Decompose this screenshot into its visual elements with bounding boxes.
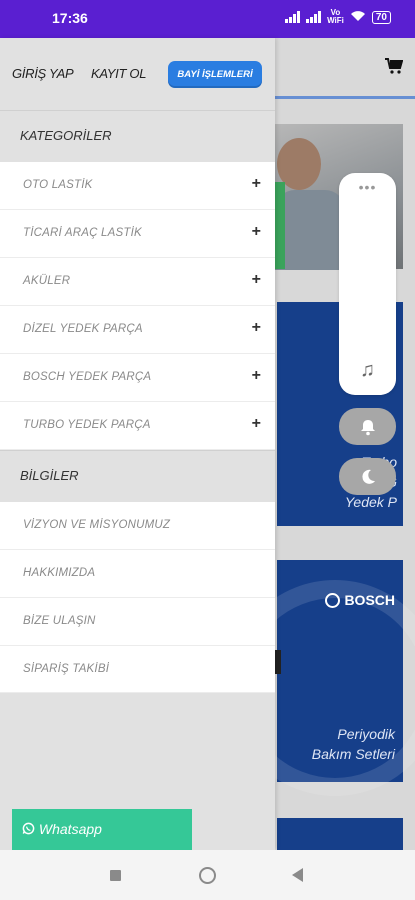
whatsapp-icon	[22, 821, 39, 837]
expand-icon[interactable]: +	[252, 415, 261, 433]
menu-item-label: SİPARİŞ TAKİBİ	[23, 663, 110, 675]
menu-item-label: VİZYON VE MİSYONUMUZ	[23, 519, 171, 531]
background-page: Turbo G Yedek P BOSCH Periyodik Bakım Se…	[275, 38, 415, 850]
info-header: BİLGİLER	[0, 450, 275, 502]
menu-item-label: HAKKIMIZDA	[23, 567, 96, 579]
menu-item-ticari-arac-lastik[interactable]: TİCARİ ARAÇ LASTİK +	[0, 210, 275, 258]
expand-icon[interactable]: +	[252, 319, 261, 337]
expand-icon[interactable]: +	[252, 223, 261, 241]
volte-label: Vo WiFi	[327, 8, 344, 25]
whatsapp-button[interactable]: Whatsapp	[12, 809, 192, 850]
back-icon[interactable]	[292, 868, 303, 882]
expand-icon[interactable]: +	[252, 367, 261, 385]
bosch-logo-icon	[325, 592, 341, 608]
nav-drawer: GİRİŞ YAP KAYIT OL BAYİ İŞLEMLERİ KATEGO…	[0, 38, 275, 850]
expand-icon[interactable]: +	[252, 175, 261, 193]
menu-item-oto-lastik[interactable]: OTO LASTİK +	[0, 162, 275, 210]
bosch-banner-text: Periyodik Bakım Setleri	[311, 726, 395, 762]
wifi-icon	[350, 10, 366, 25]
bosch-logo: BOSCH	[325, 592, 395, 608]
recents-icon[interactable]	[110, 870, 121, 881]
register-link[interactable]: KAYIT OL	[91, 66, 146, 81]
signal-icon	[285, 11, 301, 23]
more-icon[interactable]: •••	[339, 179, 396, 195]
status-time: 17:36	[52, 10, 88, 26]
login-link[interactable]: GİRİŞ YAP	[12, 66, 74, 81]
cart-icon[interactable]	[385, 58, 404, 79]
menu-item-siparis-takibi[interactable]: SİPARİŞ TAKİBİ	[0, 646, 275, 693]
menu-item-bize-ulasin[interactable]: BİZE ULAŞIN	[0, 598, 275, 646]
moon-icon[interactable]	[339, 458, 396, 495]
info-title: BİLGİLER	[20, 468, 79, 483]
dealer-button[interactable]: BAYİ İŞLEMLERİ	[168, 61, 262, 88]
dark-edge	[275, 650, 281, 674]
menu-item-turbo-yedek-parca[interactable]: TURBO YEDEK PARÇA +	[0, 402, 275, 450]
music-icon[interactable]: ♫	[339, 359, 396, 382]
background-header	[275, 38, 415, 96]
battery-icon: 70	[371, 10, 391, 24]
status-icons: Vo WiFi 70	[285, 9, 391, 25]
menu-item-vizyon-misyon[interactable]: VİZYON VE MİSYONUMUZ	[0, 502, 275, 550]
menu-item-label: BOSCH YEDEK PARÇA	[23, 371, 152, 383]
menu-item-bosch-yedek-parca[interactable]: BOSCH YEDEK PARÇA +	[0, 354, 275, 402]
menu-item-akuler[interactable]: AKÜLER +	[0, 258, 275, 306]
menu-item-label: DİZEL YEDEK PARÇA	[23, 323, 143, 335]
bottom-banner[interactable]	[277, 818, 403, 850]
bosch-logo-text: BOSCH	[344, 592, 395, 608]
drawer-header: GİRİŞ YAP KAYIT OL BAYİ İŞLEMLERİ	[0, 38, 275, 110]
menu-item-hakkimizda[interactable]: HAKKIMIZDA	[0, 550, 275, 598]
menu-item-label: TİCARİ ARAÇ LASTİK	[23, 227, 142, 239]
expand-icon[interactable]: +	[252, 271, 261, 289]
home-icon[interactable]	[199, 867, 216, 884]
menu-item-label: TURBO YEDEK PARÇA	[23, 419, 151, 431]
categories-header: KATEGORİLER	[0, 110, 275, 161]
header-underline	[275, 96, 415, 99]
bell-icon[interactable]	[339, 408, 396, 445]
menu-item-label: AKÜLER	[23, 275, 71, 287]
bosch-banner[interactable]: BOSCH Periyodik Bakım Setleri	[275, 560, 415, 796]
floating-panel[interactable]: ••• ♫	[339, 173, 396, 395]
menu-item-label: BİZE ULAŞIN	[23, 615, 96, 627]
system-nav-bar	[0, 850, 415, 900]
status-bar: 17:36 Vo WiFi 70	[0, 0, 415, 38]
categories-title: KATEGORİLER	[20, 128, 112, 143]
whatsapp-label: Whatsapp	[38, 821, 102, 837]
menu-item-dizel-yedek-parca[interactable]: DİZEL YEDEK PARÇA +	[0, 306, 275, 354]
menu-item-label: OTO LASTİK	[23, 179, 93, 191]
signal-icon-2	[306, 11, 322, 23]
